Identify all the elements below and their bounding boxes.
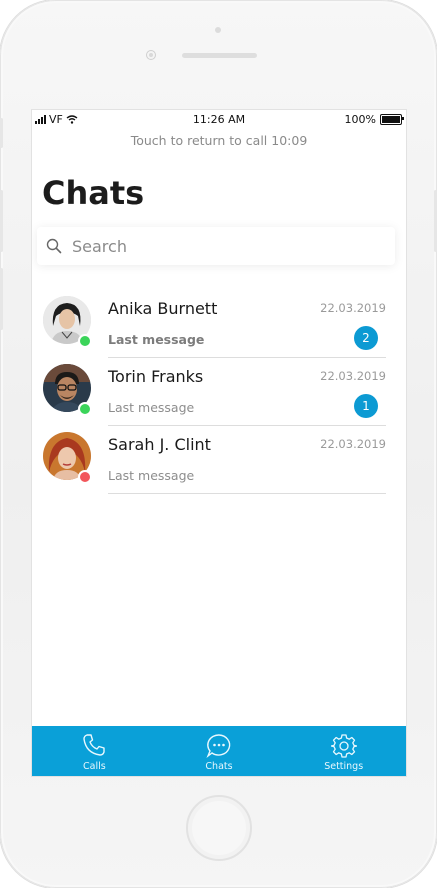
presence-dot bbox=[78, 334, 92, 348]
chat-date: 22.03.2019 bbox=[320, 369, 386, 383]
presence-dot bbox=[78, 402, 92, 416]
chat-date: 22.03.2019 bbox=[320, 437, 386, 451]
battery-icon bbox=[380, 114, 404, 125]
tab-settings[interactable]: Settings bbox=[281, 726, 406, 776]
presence-dot bbox=[78, 470, 92, 484]
tab-calls[interactable]: Calls bbox=[32, 726, 157, 776]
earpiece-speaker bbox=[182, 53, 257, 58]
front-camera bbox=[146, 50, 156, 60]
status-bar: VF 11:26 AM 100% bbox=[32, 110, 406, 130]
return-to-call-banner[interactable]: Touch to return to call 10:09 bbox=[32, 133, 406, 148]
search-input[interactable] bbox=[70, 235, 374, 257]
contact-name: Torin Franks bbox=[108, 367, 204, 386]
battery-percent: 100% bbox=[344, 113, 376, 126]
phone-icon bbox=[83, 734, 106, 756]
unread-badge: 1 bbox=[354, 394, 378, 418]
tab-label: Chats bbox=[205, 761, 233, 772]
volume-down-button bbox=[0, 268, 3, 330]
chat-date: 22.03.2019 bbox=[320, 301, 386, 315]
tab-label: Calls bbox=[82, 761, 106, 772]
last-message: Last message bbox=[108, 332, 205, 347]
home-button[interactable] bbox=[186, 795, 252, 861]
last-message: Last message bbox=[108, 468, 195, 483]
tab-label: Settings bbox=[324, 761, 364, 772]
chat-row[interactable]: Anika Burnett 22.03.2019 Last message 2 bbox=[32, 290, 406, 358]
chat-row[interactable]: Torin Franks 22.03.2019 Last message 1 bbox=[32, 358, 406, 426]
volume-button-left bbox=[0, 118, 3, 148]
screen: VF 11:26 AM 100% Touch to return to call… bbox=[31, 109, 407, 777]
last-message: Last message bbox=[108, 400, 195, 415]
search-bar[interactable] bbox=[37, 227, 395, 265]
volume-up-button bbox=[0, 190, 3, 252]
gear-icon bbox=[330, 734, 357, 758]
chat-bubble-icon bbox=[206, 734, 231, 759]
tab-chats[interactable]: Chats bbox=[157, 726, 282, 776]
page-title: Chats bbox=[42, 174, 145, 212]
chat-list: Anika Burnett 22.03.2019 Last message 2 bbox=[32, 290, 406, 494]
chat-row[interactable]: Sarah J. Clint 22.03.2019 Last message bbox=[32, 426, 406, 494]
proximity-sensor bbox=[215, 27, 221, 33]
contact-name: Sarah J. Clint bbox=[108, 435, 211, 454]
contact-name: Anika Burnett bbox=[108, 299, 218, 318]
search-icon bbox=[46, 238, 62, 254]
divider bbox=[108, 493, 386, 494]
unread-badge: 2 bbox=[354, 326, 378, 350]
tab-bar: Calls Chats Settings bbox=[32, 726, 406, 776]
